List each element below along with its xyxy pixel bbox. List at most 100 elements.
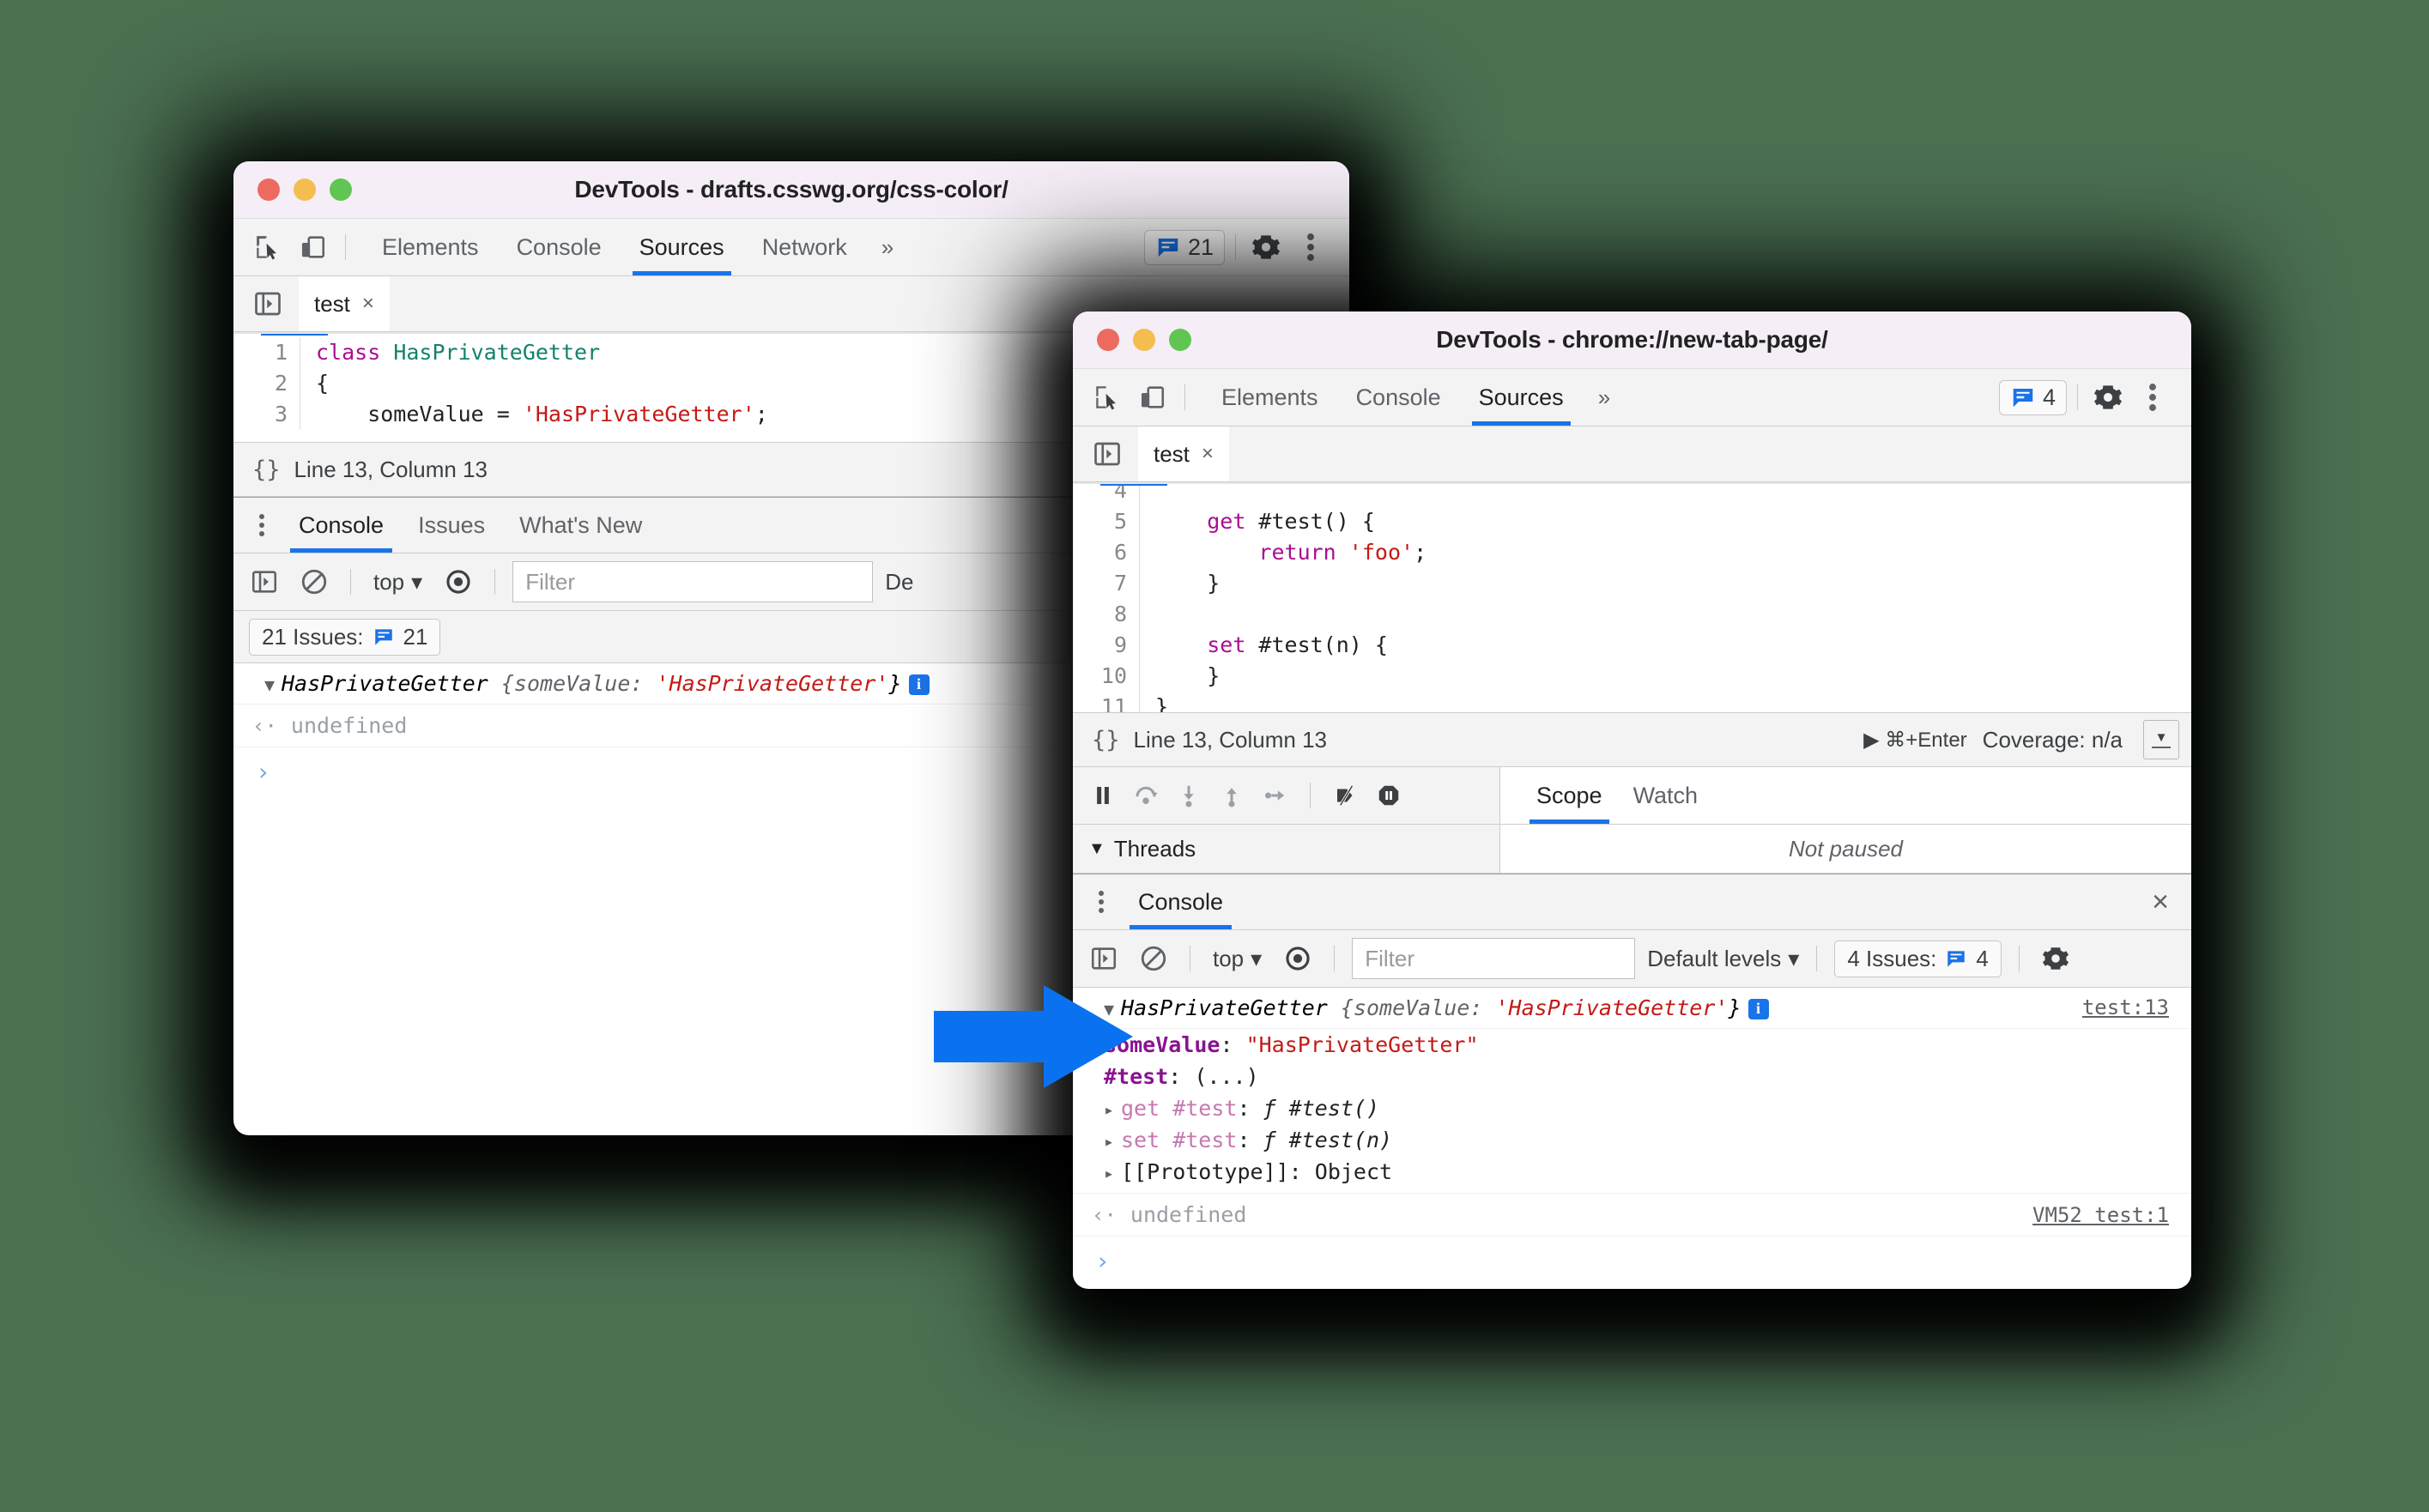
- scope-watch-tabs[interactable]: Scope Watch: [1500, 767, 2191, 824]
- pretty-print-icon[interactable]: {}: [233, 457, 294, 483]
- console-sidebar-icon[interactable]: [1085, 940, 1123, 977]
- close-icon[interactable]: ×: [1202, 442, 1214, 466]
- issues-badge[interactable]: 21: [1143, 229, 1225, 265]
- tab-console[interactable]: Console: [498, 219, 621, 275]
- object-property-row[interactable]: someValue: "HasPrivateGetter": [1073, 1029, 2191, 1061]
- inspect-element-icon[interactable]: [1090, 380, 1124, 414]
- object-property-row[interactable]: ▸ [[Prototype]]: Object: [1073, 1156, 2191, 1194]
- more-options-icon[interactable]: [1291, 227, 1330, 267]
- close-icon[interactable]: ×: [362, 292, 374, 316]
- window1-traffic-lights[interactable]: [257, 178, 352, 201]
- tab-watch[interactable]: Watch: [1618, 767, 1714, 824]
- pretty-print-icon[interactable]: {}: [1073, 727, 1134, 753]
- log-level-selector[interactable]: Default levels ▾: [1647, 946, 1799, 972]
- close-button[interactable]: [1097, 329, 1119, 351]
- result-source-link[interactable]: VM52 test:1: [2032, 1203, 2191, 1227]
- window1-devtools-tabbar[interactable]: Elements Console Sources Network » 21: [233, 219, 1349, 276]
- file-tab-test[interactable]: test ×: [299, 276, 390, 331]
- clear-console-icon[interactable]: [295, 563, 333, 601]
- tab-elements[interactable]: Elements: [1202, 369, 1337, 426]
- drawer-tab-console[interactable]: Console: [282, 498, 401, 553]
- property[interactable]: ▸ [[Prototype]]: Object: [1073, 1159, 2191, 1184]
- property[interactable]: ▸ get #test: ƒ #test(): [1073, 1096, 2191, 1121]
- issues-summary-button[interactable]: 4 Issues: 4: [1834, 940, 2002, 977]
- collapse-triangle-icon[interactable]: ▼: [1088, 839, 1105, 859]
- settings-gear-icon[interactable]: [2088, 378, 2128, 417]
- file-tab-test[interactable]: test ×: [1138, 426, 1229, 481]
- show-drawer-icon[interactable]: ▼: [2143, 720, 2179, 759]
- devtools-window-2[interactable]: DevTools - chrome://new-tab-page/ Elemen…: [1073, 311, 2191, 1289]
- drawer-tab-whats-new[interactable]: What's New: [502, 498, 659, 553]
- window2-code-editor[interactable]: 4 5 get #test() { 6 return 'foo'; 7 } 8 …: [1073, 482, 2191, 712]
- tab-elements[interactable]: Elements: [363, 219, 498, 275]
- device-toolbar-icon[interactable]: [1135, 380, 1169, 414]
- zoom-button[interactable]: [330, 178, 352, 201]
- pause-script-icon[interactable]: [1090, 783, 1116, 808]
- object-property-row[interactable]: ▸ set #test: ƒ #test(n): [1073, 1124, 2191, 1156]
- window1-tabs[interactable]: Elements Console Sources Network »: [363, 219, 909, 275]
- object-property-row[interactable]: ▸ get #test: ƒ #test(): [1073, 1092, 2191, 1124]
- issues-summary-button[interactable]: 21 Issues: 21: [249, 618, 441, 656]
- window2-devtools-tabbar[interactable]: Elements Console Sources » 4: [1073, 369, 2191, 426]
- window2-drawer-tabbar[interactable]: Console ×: [1073, 874, 2191, 930]
- info-badge-icon[interactable]: i: [1748, 998, 1769, 1019]
- expand-triangle-icon[interactable]: ▼: [264, 674, 282, 695]
- tab-network[interactable]: Network: [743, 219, 866, 275]
- minimize-button[interactable]: [294, 178, 316, 201]
- tab-scope[interactable]: Scope: [1521, 767, 1618, 824]
- console-prompt-row[interactable]: ›: [1073, 1237, 2191, 1285]
- window2-threads-row[interactable]: ▼ Threads Not paused: [1073, 825, 2191, 874]
- clear-console-icon[interactable]: [1135, 940, 1172, 977]
- more-tabs-icon[interactable]: »: [1583, 384, 1626, 411]
- inspect-element-icon[interactable]: [251, 230, 285, 264]
- drawer-tab-issues[interactable]: Issues: [401, 498, 502, 553]
- tab-sources[interactable]: Sources: [1460, 369, 1583, 426]
- close-drawer-icon[interactable]: ×: [2152, 886, 2169, 919]
- settings-gear-icon[interactable]: [1246, 227, 1286, 267]
- window2-tabs[interactable]: Elements Console Sources »: [1202, 369, 1626, 426]
- step-out-icon[interactable]: [1219, 783, 1245, 808]
- console-sidebar-icon[interactable]: [245, 563, 283, 601]
- pause-on-exceptions-icon[interactable]: [1376, 783, 1402, 808]
- log-level-selector-partial[interactable]: De: [885, 569, 913, 596]
- minimize-button[interactable]: [1133, 329, 1155, 351]
- window2-file-tabbar[interactable]: test ×: [1073, 426, 2191, 482]
- console-log-row[interactable]: ▼ HasPrivateGetter {someValue: 'HasPrivat…: [1073, 988, 2191, 1029]
- window2-traffic-lights[interactable]: [1097, 329, 1191, 351]
- window2-debugger-row[interactable]: Scope Watch: [1073, 767, 2191, 825]
- window2-console-toolbar[interactable]: top ▾ Filter Default levels ▾ 4 Issues: …: [1073, 930, 2191, 988]
- info-badge-icon[interactable]: i: [908, 674, 930, 695]
- tab-console[interactable]: Console: [1337, 369, 1460, 426]
- property[interactable]: ▸ set #test: ƒ #test(n): [1073, 1128, 2191, 1152]
- more-tabs-icon[interactable]: »: [866, 234, 909, 261]
- drawer-tab-console[interactable]: Console: [1121, 874, 1240, 929]
- console-filter-input[interactable]: Filter: [512, 561, 874, 602]
- drawer-more-icon[interactable]: [1081, 889, 1121, 915]
- show-navigator-icon[interactable]: [1088, 435, 1126, 473]
- property-value[interactable]: (...): [1194, 1064, 1258, 1089]
- expand-triangle-icon[interactable]: ▸: [1104, 1099, 1121, 1120]
- execution-context-selector[interactable]: top ▾: [1208, 946, 1267, 972]
- more-options-icon[interactable]: [2133, 378, 2172, 417]
- step-icon[interactable]: [1262, 783, 1287, 808]
- drawer-more-icon[interactable]: [242, 512, 282, 538]
- window2-console-output[interactable]: ▼ HasPrivateGetter {someValue: 'HasPrivat…: [1073, 988, 2191, 1285]
- object-property-row[interactable]: #test: (...): [1073, 1061, 2191, 1092]
- live-expression-icon[interactable]: [439, 563, 477, 601]
- log-source-link[interactable]: test:13: [2082, 995, 2191, 1019]
- property[interactable]: #test: (...): [1073, 1064, 2191, 1089]
- device-toolbar-icon[interactable]: [295, 230, 330, 264]
- show-navigator-icon[interactable]: [249, 285, 287, 323]
- run-snippet-shortcut[interactable]: ▶ ⌘+Enter: [1863, 728, 1967, 753]
- step-into-icon[interactable]: [1176, 783, 1202, 808]
- zoom-button[interactable]: [1169, 329, 1191, 351]
- property[interactable]: someValue: "HasPrivateGetter": [1073, 1032, 2191, 1057]
- execution-context-selector[interactable]: top ▾: [368, 569, 427, 596]
- step-over-icon[interactable]: [1133, 783, 1159, 808]
- console-filter-input[interactable]: Filter: [1352, 938, 1636, 979]
- deactivate-breakpoints-icon[interactable]: [1333, 783, 1359, 808]
- close-button[interactable]: [257, 178, 280, 201]
- expand-triangle-icon[interactable]: ▸: [1104, 1163, 1121, 1183]
- issues-badge[interactable]: 4: [1998, 379, 2067, 415]
- expand-triangle-icon[interactable]: ▸: [1104, 1131, 1121, 1152]
